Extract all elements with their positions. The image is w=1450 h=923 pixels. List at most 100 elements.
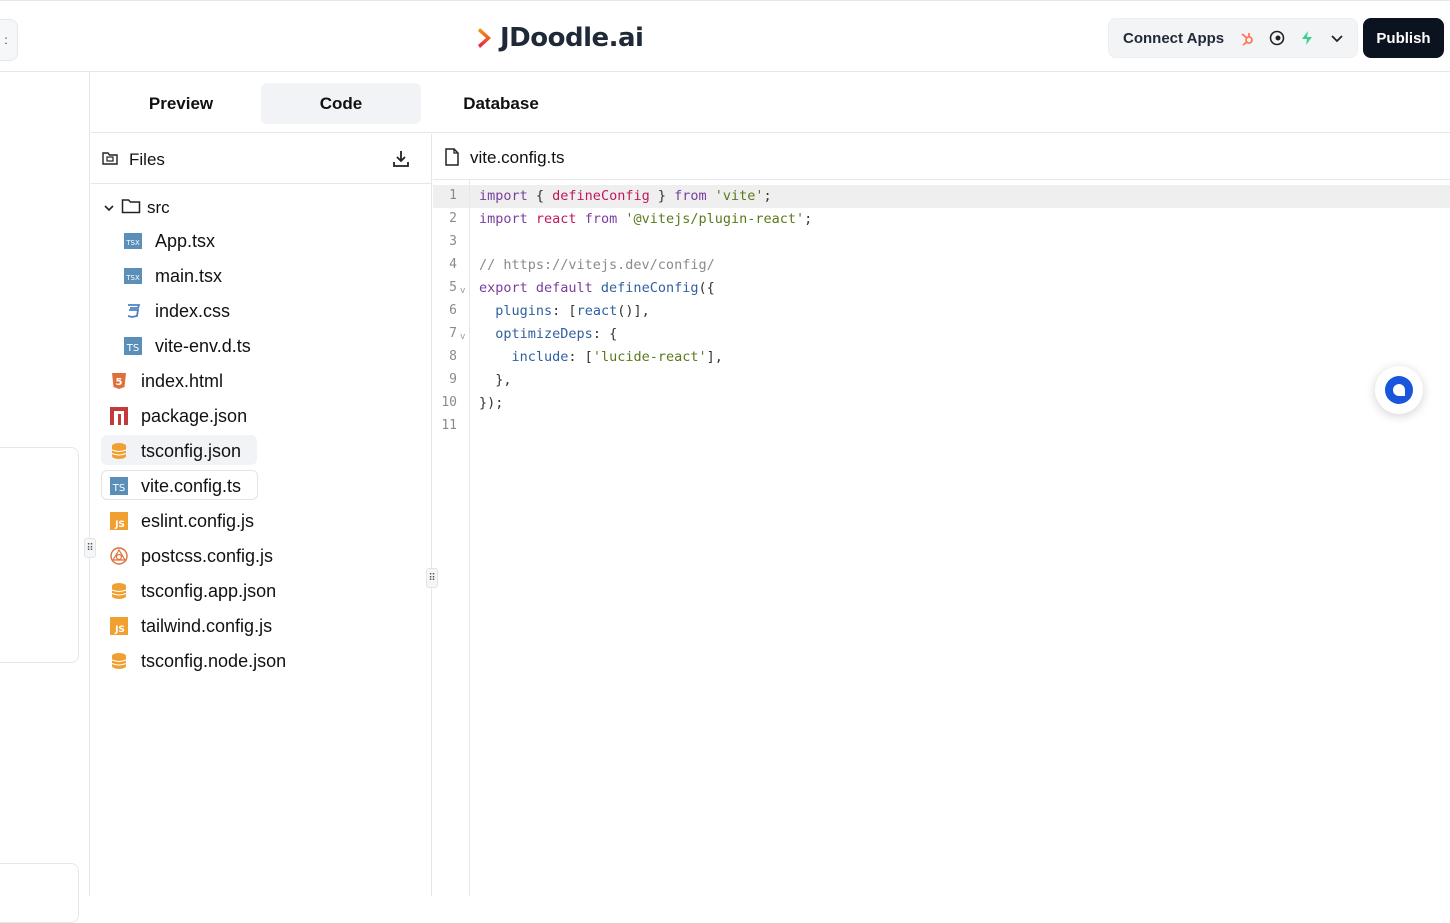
js-icon: JS	[109, 511, 129, 531]
file-item[interactable]: TS vite-env.d.ts	[123, 332, 251, 360]
code-token: export default	[479, 280, 593, 296]
file-label: tsconfig.json	[141, 440, 242, 461]
code-token: }	[649, 188, 675, 204]
view-tabs: Preview Code Database	[91, 73, 1450, 133]
hubspot-icon	[1238, 29, 1256, 47]
editor-filename: vite.config.ts	[470, 148, 565, 167]
code-token: ;	[804, 211, 813, 227]
code-token: optimizeDeps	[495, 326, 593, 342]
file-label: tsconfig.app.json	[141, 580, 277, 601]
line-number: 3	[449, 234, 457, 249]
fold-marker[interactable]: v	[460, 332, 465, 342]
files-title: Files	[129, 150, 165, 169]
chevron-down-icon	[103, 198, 115, 219]
code-token: : [	[568, 349, 593, 365]
file-item[interactable]: postcss.config.js	[109, 542, 273, 570]
chat-icon	[1385, 376, 1413, 404]
code-token: include	[511, 349, 569, 365]
download-icon[interactable]	[391, 149, 411, 174]
svg-text:5: 5	[116, 377, 123, 388]
line-number: 2	[449, 211, 457, 226]
code-token: import	[479, 211, 528, 227]
file-item[interactable]: tsconfig.app.json	[109, 577, 276, 605]
left-card	[0, 447, 79, 663]
code-token: defineConfig	[592, 280, 699, 296]
ts-icon: TS	[109, 476, 129, 496]
code-token: });	[479, 395, 504, 411]
collapse-glyph: :	[4, 33, 8, 47]
html5-icon: 5	[109, 371, 129, 391]
connect-apps-button[interactable]: Connect Apps	[1108, 18, 1358, 58]
file-explorer: Files src TSX App.tsx TSX main.tsx index…	[91, 134, 432, 896]
tab-code-label: Code	[319, 93, 363, 113]
file-item[interactable]: TSX App.tsx	[123, 227, 215, 255]
file-item-selected[interactable]: TS vite.config.ts	[109, 472, 241, 500]
supabase-icon	[1298, 29, 1316, 47]
mailchimp-icon	[1268, 29, 1286, 47]
line-number: 6	[449, 303, 457, 318]
file-item[interactable]: TSX main.tsx	[123, 262, 222, 290]
tsx-icon: TSX	[123, 266, 143, 286]
code-line[interactable]: });	[479, 395, 503, 411]
file-item[interactable]: tsconfig.node.json	[109, 647, 286, 675]
brand-name: JDoodle.ai	[500, 23, 644, 53]
file-label: vite.config.ts	[141, 475, 242, 496]
left-card-bottom	[0, 863, 79, 923]
file-item[interactable]: tsconfig.json	[109, 437, 241, 465]
svg-text:TS: TS	[126, 343, 139, 354]
code-line[interactable]: },	[479, 372, 512, 388]
svg-text:TSX: TSX	[125, 239, 140, 247]
line-number-gutter: 1 2 3 4 5 v 6 7 v 8 9 10 11	[433, 180, 470, 896]
file-label: index.css	[155, 300, 231, 321]
code-token: from	[674, 188, 707, 204]
tab-database[interactable]: Database	[421, 83, 581, 124]
file-label: index.html	[141, 370, 224, 391]
database-json-icon	[109, 581, 129, 601]
brand-logo[interactable]: JDoodle.ai	[478, 23, 644, 53]
file-label: App.tsx	[155, 230, 216, 251]
code-token: react	[576, 303, 618, 319]
file-label: package.json	[141, 405, 248, 426]
tab-code[interactable]: Code	[261, 83, 421, 124]
file-label: tsconfig.node.json	[141, 650, 287, 671]
code-line[interactable]: optimizeDeps: {	[479, 326, 617, 342]
file-item[interactable]: index.css	[123, 297, 230, 325]
file-item[interactable]: JS tailwind.config.js	[109, 612, 272, 640]
file-item[interactable]: 5 index.html	[109, 367, 223, 395]
code-token: },	[479, 372, 512, 388]
file-icon	[445, 148, 459, 171]
fold-marker[interactable]: v	[460, 286, 465, 296]
code-line[interactable]: import react from '@vitejs/plugin-react'…	[479, 211, 812, 227]
postcss-icon	[109, 546, 129, 566]
code-line[interactable]: export default defineConfig({	[479, 280, 715, 296]
code-token: 'lucide-react'	[592, 349, 707, 365]
code-token: // https://vitejs.dev/config/	[479, 257, 715, 273]
file-item[interactable]: package.json	[109, 402, 247, 430]
tab-preview-label: Preview	[148, 93, 214, 113]
code-token: defineConfig	[552, 188, 650, 204]
line-number: 4	[449, 257, 457, 272]
file-label: eslint.config.js	[141, 510, 255, 531]
code-line[interactable]: include: ['lucide-react'],	[479, 349, 723, 365]
file-explorer-header: Files	[91, 134, 431, 184]
svg-text:JS: JS	[114, 625, 125, 635]
connect-apps-label: Connect Apps	[1123, 29, 1225, 47]
chevron-down-icon[interactable]	[1328, 29, 1346, 47]
tab-preview[interactable]: Preview	[101, 83, 261, 124]
sidebar-collapse-button[interactable]: :	[0, 19, 18, 61]
file-item[interactable]: JS eslint.config.js	[109, 507, 254, 535]
code-line[interactable]: import { defineConfig } from 'vite';	[479, 188, 772, 204]
code-line[interactable]: plugins: [react()],	[479, 303, 649, 319]
ts-icon: TS	[123, 336, 143, 356]
code-editor: vite.config.ts 1 2 3 4 5 v 6 7 v 8 9 10 …	[433, 134, 1450, 896]
chat-launcher-button[interactable]	[1375, 366, 1423, 414]
folder-src[interactable]: src	[103, 194, 170, 222]
folder-icon	[121, 198, 141, 219]
line-number: 5	[449, 280, 457, 295]
code-line[interactable]: // https://vitejs.dev/config/	[479, 257, 715, 273]
publish-button[interactable]: Publish	[1363, 18, 1444, 58]
file-label: vite-env.d.ts	[155, 335, 251, 356]
